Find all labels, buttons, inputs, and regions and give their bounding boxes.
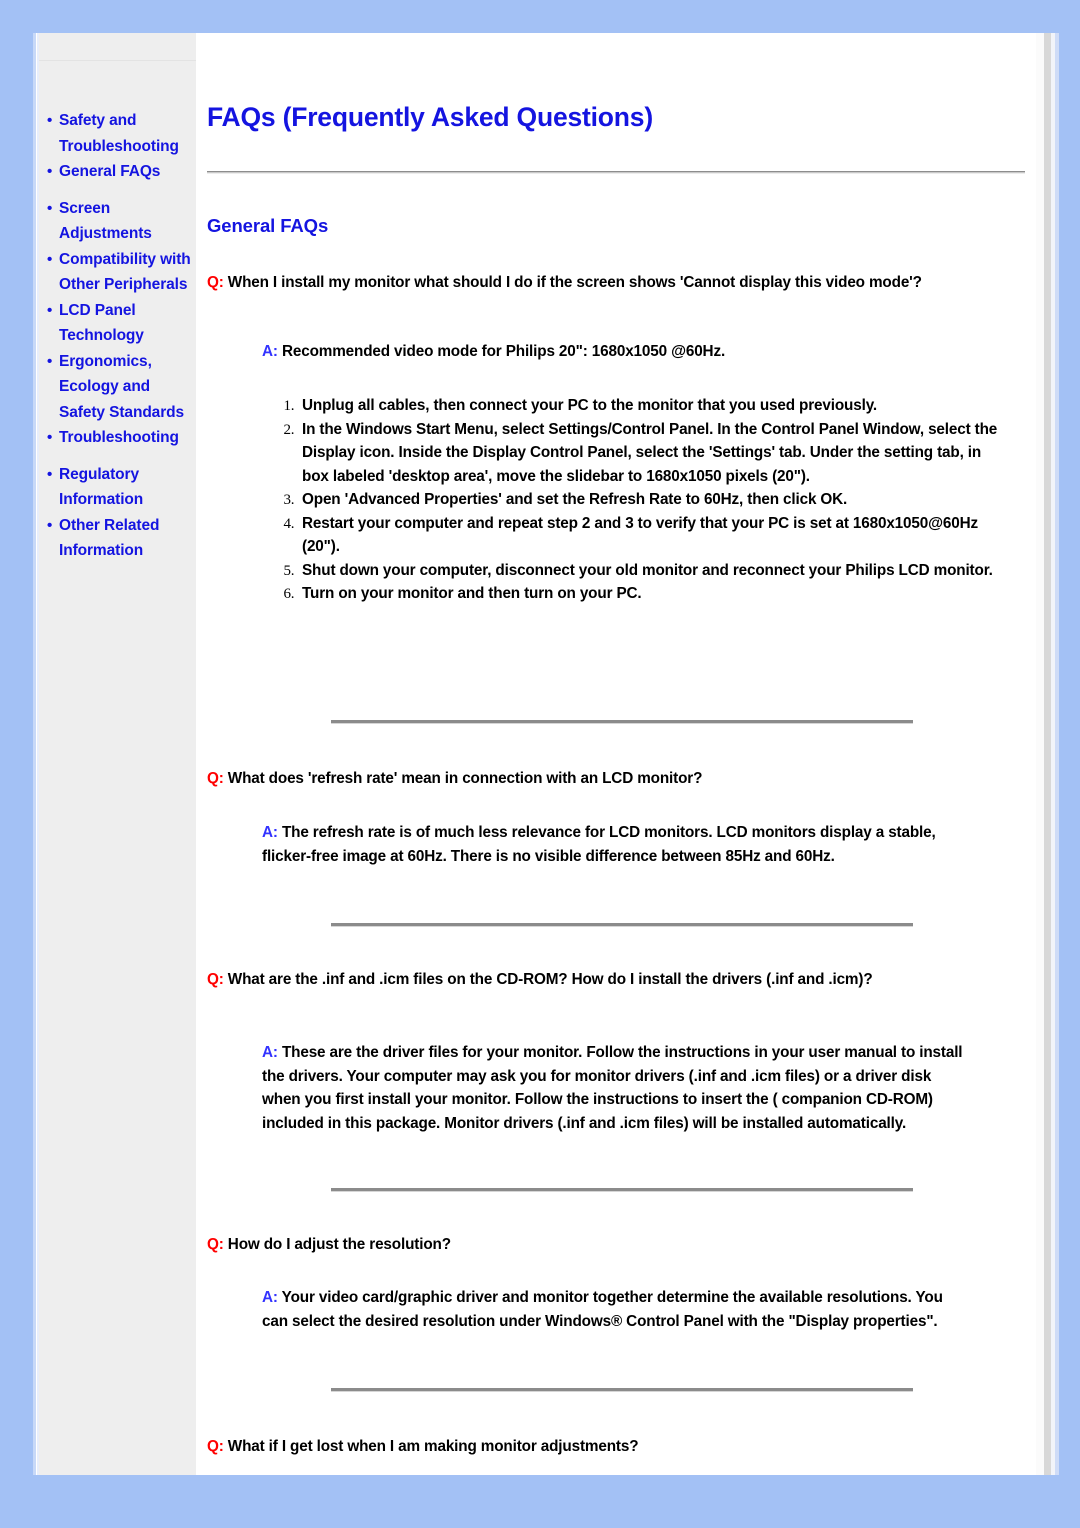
sidebar-item-label: General FAQs [59,163,161,180]
sidebar-item-safety-and-troubleshooting[interactable]: • Safety and Troubleshooting [39,108,196,159]
question-2: Q: What does 'refresh rate' mean in conn… [207,767,1035,790]
list-item: Shut down your computer, disconnect your… [298,559,1008,583]
sidebar: • Safety and Troubleshooting • General F… [39,33,196,1475]
sidebar-item-ergonomics-ecology-and-safety-standards[interactable]: • Ergonomics, Ecology and Safety Standar… [39,349,196,426]
question-text: What are the .inf and .icm files on the … [227,971,873,988]
main-content: FAQs (Frequently Asked Questions) Genera… [196,33,1036,1475]
question-4: Q: How do I adjust the resolution? [207,1233,1035,1256]
left-border-rule [33,33,36,1475]
question-text: What does 'refresh rate' mean in connect… [227,770,703,787]
right-gutter-edge [1055,33,1059,1475]
question-prefix: Q: [207,971,228,988]
answer-text: Your video card/graphic driver and monit… [262,1289,943,1330]
answer-2: A: The refresh rate is of much less rele… [262,821,972,868]
bullet-icon: • [47,352,53,370]
bullet-icon: • [47,112,53,129]
bullet-icon: • [47,465,53,483]
list-item: Turn on your monitor and then turn on yo… [298,582,1008,606]
answer-4: A: Your video card/graphic driver and mo… [262,1286,972,1333]
sidebar-item-label: Screen Adjustments [59,199,152,243]
section-heading: General FAQs [207,215,329,236]
sidebar-item-troubleshooting[interactable]: • Troubleshooting [39,425,196,451]
answer-prefix: A: [262,343,282,360]
sidebar-top-divider [39,60,196,61]
question-prefix: Q: [207,1438,228,1455]
list-item: Open 'Advanced Properties' and set the R… [298,488,1008,512]
section-separator-1 [331,720,913,724]
page-title: FAQs (Frequently Asked Questions) [207,102,653,132]
sidebar-item-compatibility-with-other-peripherals[interactable]: • Compatibility with Other Peripherals [39,247,196,298]
title-divider [207,171,1025,174]
section-separator-2 [331,923,913,927]
question-5: Q: What if I get lost when I am making m… [207,1435,1035,1458]
list-item: Unplug all cables, then connect your PC … [298,394,1008,418]
question-text: When I install my monitor what should I … [227,274,922,291]
sidebar-item-label: LCD Panel Technology [59,301,144,345]
sidebar-item-regulatory-information[interactable]: • Regulatory Information [39,462,196,513]
question-text: How do I adjust the resolution? [227,1236,451,1253]
question-text: What if I get lost when I am making moni… [227,1438,639,1455]
sidebar-item-lcd-panel-technology[interactable]: • LCD Panel Technology [39,298,196,349]
sidebar-item-label: Ergonomics, Ecology and Safety Standards [59,352,185,421]
question-prefix: Q: [207,770,228,787]
question-prefix: Q: [207,274,228,291]
answer-text: The refresh rate is of much less relevan… [262,824,936,865]
bullet-icon: • [47,250,53,268]
list-item: Restart your computer and repeat step 2 … [298,512,1008,559]
answer-text: Recommended video mode for Philips 20": … [281,343,726,360]
question-3: Q: What are the .inf and .icm files on t… [207,968,1035,991]
sidebar-item-general-faqs[interactable]: • General FAQs [39,159,196,185]
answer-prefix: A: [262,1289,282,1306]
scrollbar-track[interactable] [1044,33,1051,1475]
answer-prefix: A: [262,824,282,841]
sidebar-nav: • Safety and Troubleshooting • General F… [39,108,196,564]
answer-1: A: Recommended video mode for Philips 20… [262,340,972,364]
sidebar-item-label: Compatibility with Other Peripherals [59,250,191,294]
install-steps-list: Unplug all cables, then connect your PC … [262,394,1008,606]
sidebar-item-label: Troubleshooting [59,429,179,446]
answer-prefix: A: [262,1044,282,1061]
sidebar-item-screen-adjustments[interactable]: • Screen Adjustments [39,196,196,247]
sidebar-item-label: Other Related Information [59,516,160,560]
answer-3: A: These are the driver files for your m… [262,1041,972,1135]
question-1: Q: When I install my monitor what should… [207,271,1035,294]
section-separator-4 [331,1388,913,1392]
question-prefix: Q: [207,1236,228,1253]
answer-text: These are the driver files for your moni… [262,1044,963,1132]
section-separator-3 [331,1188,913,1192]
bullet-icon: • [47,163,53,180]
bullet-icon: • [47,301,53,319]
bullet-icon: • [47,516,53,534]
bullet-icon: • [47,199,53,217]
sidebar-item-other-related-information[interactable]: • Other Related Information [39,513,196,564]
list-item: In the Windows Start Menu, select Settin… [298,418,1008,489]
bullet-icon: • [47,429,53,446]
sidebar-item-label: Regulatory Information [59,465,144,509]
right-gutter-highlight [1036,33,1044,1475]
sidebar-item-label: Safety and Troubleshooting [59,112,179,155]
